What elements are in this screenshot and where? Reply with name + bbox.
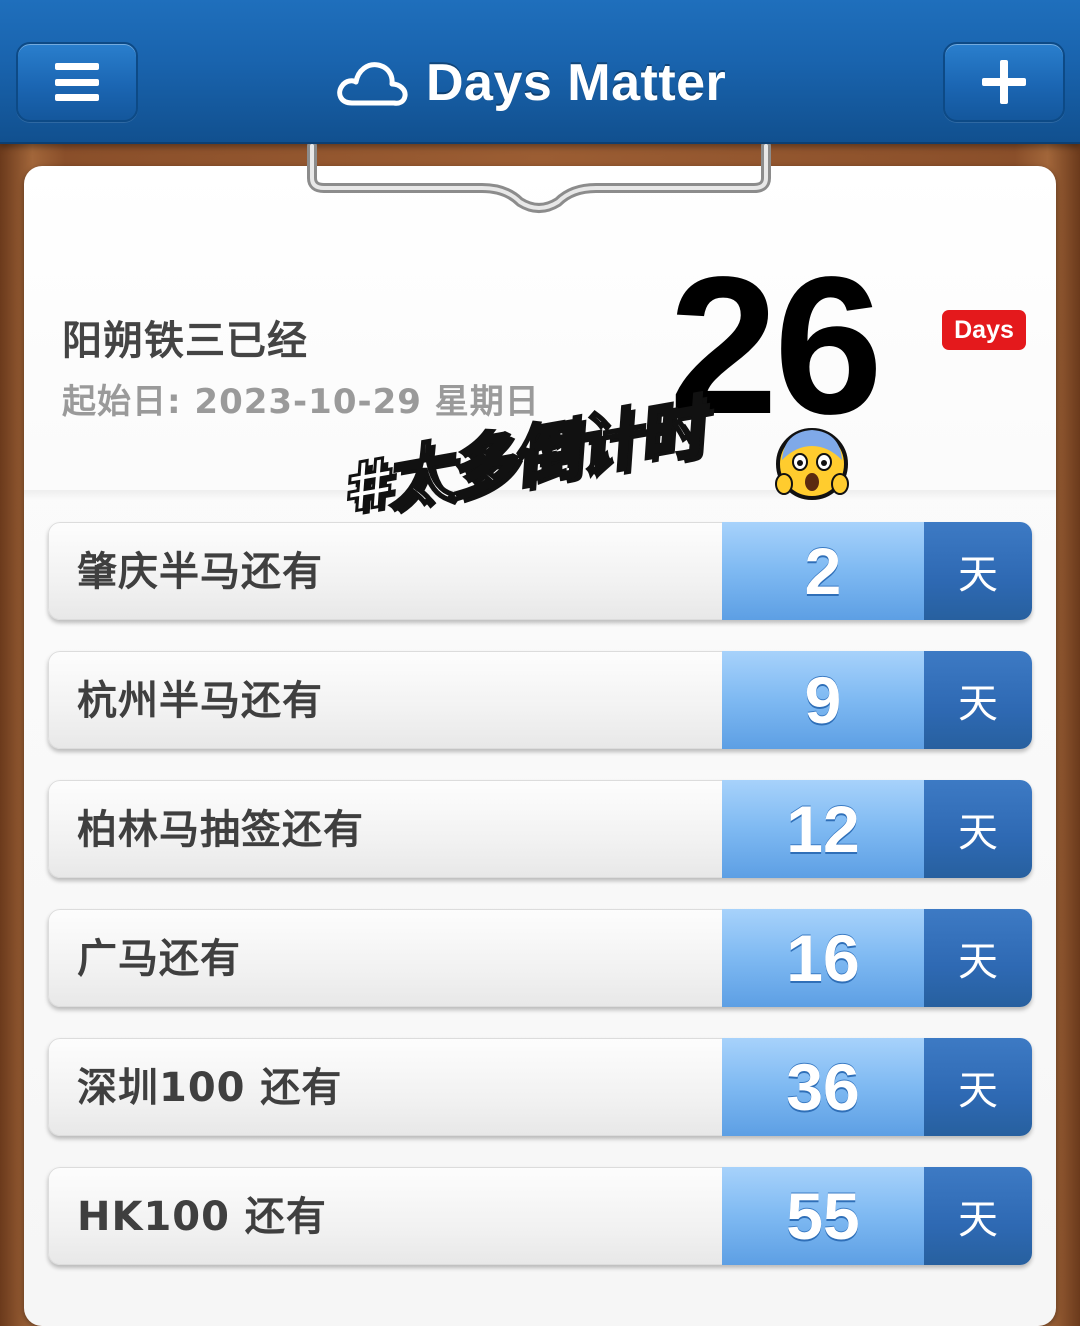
plus-icon xyxy=(982,60,1026,104)
cloud-icon xyxy=(337,62,408,106)
event-unit: 天 xyxy=(924,1038,1032,1136)
event-label: 肇庆半马还有 xyxy=(77,549,323,595)
event-label: 柏林马抽签还有 xyxy=(77,807,364,853)
scream-emoji-icon xyxy=(775,428,849,500)
event-unit: 天 xyxy=(924,651,1032,749)
event-label-cell: 深圳100 还有 xyxy=(48,1038,723,1136)
clipboard-clip-icon xyxy=(307,144,771,213)
event-unit: 天 xyxy=(924,522,1032,620)
event-unit: 天 xyxy=(924,1167,1032,1265)
event-day-count: 55 xyxy=(722,1167,924,1265)
event-label-cell: 柏林马抽签还有 xyxy=(48,780,723,878)
list-item[interactable]: 杭州半马还有 9 天 xyxy=(48,651,1032,749)
event-label-cell: 肇庆半马还有 xyxy=(48,522,723,620)
event-day-count: 12 xyxy=(722,780,924,878)
event-unit: 天 xyxy=(924,780,1032,878)
event-label-cell: HK100 还有 xyxy=(48,1167,723,1265)
top-nav-bar: Days Matter xyxy=(0,0,1080,144)
menu-icon xyxy=(55,63,99,101)
app-title-group: Days Matter xyxy=(334,48,726,118)
list-item[interactable]: 深圳100 还有 36 天 xyxy=(48,1038,1032,1136)
event-label-cell: 广马还有 xyxy=(48,909,723,1007)
add-event-button[interactable] xyxy=(943,42,1065,122)
event-day-count: 16 xyxy=(722,909,924,1007)
event-label: HK100 还有 xyxy=(77,1194,327,1240)
event-label-cell: 杭州半马还有 xyxy=(48,651,723,749)
list-item[interactable]: 肇庆半马还有 2 天 xyxy=(48,522,1032,620)
app-title: Days Matter xyxy=(426,54,727,112)
event-day-count: 9 xyxy=(722,651,924,749)
list-item[interactable]: 广马还有 16 天 xyxy=(48,909,1032,1007)
event-unit: 天 xyxy=(924,909,1032,1007)
menu-button[interactable] xyxy=(16,42,138,122)
event-label: 广马还有 xyxy=(77,936,241,982)
hero-event-name: 阳朔铁三已经 xyxy=(62,318,308,364)
event-day-count: 36 xyxy=(722,1038,924,1136)
event-label: 杭州半马还有 xyxy=(77,678,323,724)
event-label: 深圳100 还有 xyxy=(77,1065,343,1111)
event-day-count: 2 xyxy=(722,522,924,620)
list-item[interactable]: 柏林马抽签还有 12 天 xyxy=(48,780,1032,878)
list-item[interactable]: HK100 还有 55 天 xyxy=(48,1167,1032,1265)
days-badge: Days xyxy=(942,310,1026,350)
